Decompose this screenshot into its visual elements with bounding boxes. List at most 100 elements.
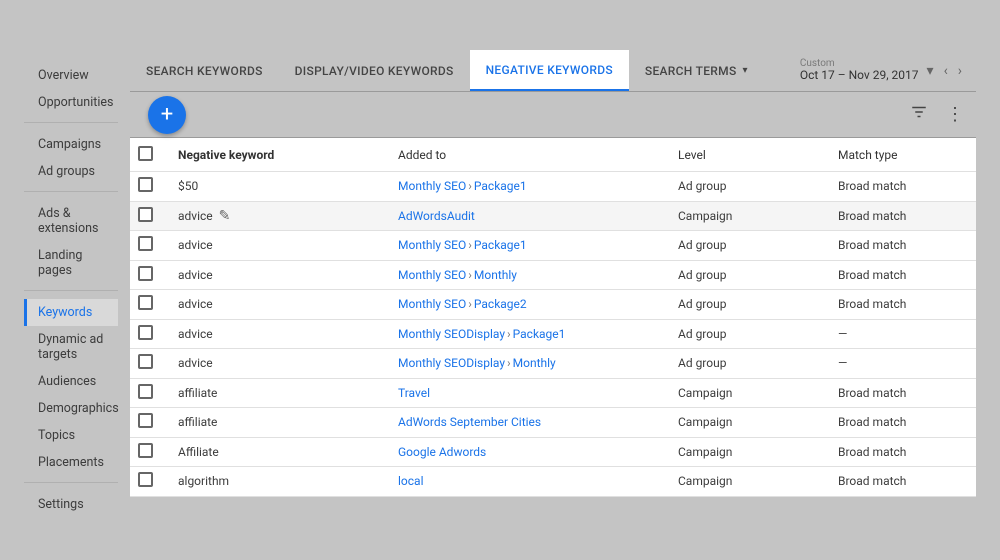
cell-added-to[interactable]: Monthly SEODisplay›Package1 <box>398 327 678 341</box>
added-to-link[interactable]: Monthly SEODisplay <box>398 327 505 341</box>
more-icon[interactable]: ⋮ <box>946 104 964 125</box>
added-to-link[interactable]: local <box>398 474 424 488</box>
row-checkbox[interactable] <box>138 325 153 340</box>
keyword-text: advice <box>178 238 213 252</box>
sidebar-item-ad-groups[interactable]: Ad groups <box>24 158 118 185</box>
breadcrumb-separator: › <box>466 238 474 252</box>
sidebar-item-overview[interactable]: Overview <box>24 62 118 89</box>
cell-added-to[interactable]: Google Adwords <box>398 445 678 459</box>
row-checkbox[interactable] <box>138 207 153 222</box>
sidebar-item-audiences[interactable]: Audiences <box>24 368 118 395</box>
table-row[interactable]: adviceMonthly SEODisplay›Package1Ad grou… <box>130 320 976 350</box>
table-row[interactable]: adviceMonthly SEO›MonthlyAd groupBroad m… <box>130 261 976 291</box>
added-to-link[interactable]: Monthly SEO <box>398 297 466 311</box>
row-checkbox[interactable] <box>138 266 153 281</box>
edit-icon[interactable]: ✎ <box>219 208 231 224</box>
column-header-level[interactable]: Level <box>678 148 838 162</box>
added-to-link[interactable]: Google Adwords <box>398 445 486 459</box>
sidebar-item-dynamic-ad-targets[interactable]: Dynamic ad targets <box>24 326 118 368</box>
date-next-button[interactable]: › <box>956 61 964 81</box>
added-to-link[interactable]: Monthly SEO <box>398 268 466 282</box>
cell-match-type: Broad match <box>838 386 968 400</box>
table-row[interactable]: $50Monthly SEO›Package1Ad groupBroad mat… <box>130 172 976 202</box>
sidebar-item-keywords[interactable]: Keywords <box>24 299 118 326</box>
table-row[interactable]: affiliateTravelCampaignBroad match <box>130 379 976 409</box>
column-header-added-to[interactable]: Added to <box>398 148 678 162</box>
added-to-link[interactable]: Monthly <box>513 356 556 370</box>
row-checkbox[interactable] <box>138 413 153 428</box>
sidebar-item-landing-pages[interactable]: Landing pages <box>24 242 118 284</box>
add-button[interactable]: + <box>148 96 186 134</box>
keyword-text: advice <box>178 268 213 282</box>
chevron-down-icon[interactable]: ▾ <box>925 61 936 81</box>
added-to-link[interactable]: Package2 <box>474 297 527 311</box>
added-to-link[interactable]: Monthly SEO <box>398 238 466 252</box>
keyword-text: algorithm <box>178 474 229 488</box>
cell-added-to[interactable]: Travel <box>398 386 678 400</box>
app-frame: OverviewOpportunities CampaignsAd groups A… <box>24 50 976 532</box>
column-header-keyword[interactable]: Negative keyword <box>178 148 398 162</box>
date-prev-button[interactable]: ‹ <box>942 61 950 81</box>
tab-display-video-keywords[interactable]: DISPLAY/VIDEO KEYWORDS <box>279 50 470 91</box>
cell-added-to[interactable]: AdWords September Cities <box>398 415 678 429</box>
added-to-link[interactable]: AdWords September Cities <box>398 415 541 429</box>
sidebar-item-topics[interactable]: Topics <box>24 422 118 449</box>
cell-added-to[interactable]: Monthly SEODisplay›Monthly <box>398 356 678 370</box>
cell-added-to[interactable]: AdWordsAudit <box>398 209 678 223</box>
added-to-link[interactable]: Package1 <box>474 179 527 193</box>
date-range-picker[interactable]: Custom Oct 17 – Nov 29, 2017 ▾ ‹ › <box>796 50 968 92</box>
sidebar-item-ads-extensions[interactable]: Ads & extensions <box>24 200 118 242</box>
tab-negative-keywords[interactable]: NEGATIVE KEYWORDS <box>470 50 629 91</box>
column-header-match-type[interactable]: Match type <box>838 148 968 162</box>
added-to-link[interactable]: Package1 <box>474 238 527 252</box>
cell-added-to[interactable]: Monthly SEO›Monthly <box>398 268 678 282</box>
row-checkbox[interactable] <box>138 177 153 192</box>
tab-search-keywords[interactable]: SEARCH KEYWORDS <box>130 50 279 91</box>
tab-label: SEARCH KEYWORDS <box>146 64 263 78</box>
select-all-checkbox[interactable] <box>138 146 153 161</box>
cell-match-type: Broad match <box>838 474 968 488</box>
cell-added-to[interactable]: local <box>398 474 678 488</box>
row-checkbox[interactable] <box>138 472 153 487</box>
sidebar-item-opportunities[interactable]: Opportunities <box>24 89 118 116</box>
keyword-text: affiliate <box>178 415 217 429</box>
cell-keyword: algorithm <box>178 474 398 488</box>
row-checkbox[interactable] <box>138 236 153 251</box>
added-to-link[interactable]: Monthly <box>474 268 517 282</box>
table-row[interactable]: advice✎AdWordsAuditCampaignBroad match <box>130 202 976 232</box>
breadcrumb-separator: › <box>466 297 474 311</box>
table-row[interactable]: adviceMonthly SEODisplay›MonthlyAd group… <box>130 349 976 379</box>
filter-icon[interactable] <box>910 103 928 126</box>
added-to-link[interactable]: Monthly SEODisplay <box>398 356 505 370</box>
table-row[interactable]: algorithmlocalCampaignBroad match <box>130 467 976 497</box>
added-to-link[interactable]: AdWordsAudit <box>398 209 475 223</box>
main-panel: SEARCH KEYWORDS DISPLAY/VIDEO KEYWORDSNEG… <box>130 50 976 532</box>
added-to-link[interactable]: Travel <box>398 386 430 400</box>
row-checkbox[interactable] <box>138 443 153 458</box>
tab-search-terms[interactable]: SEARCH TERMS▾ <box>629 50 764 91</box>
table-row[interactable]: adviceMonthly SEO›Package1Ad groupBroad … <box>130 231 976 261</box>
cell-match-type: Broad match <box>838 415 968 429</box>
cell-level: Ad group <box>678 356 838 370</box>
cell-added-to[interactable]: Monthly SEO›Package2 <box>398 297 678 311</box>
row-checkbox[interactable] <box>138 384 153 399</box>
cell-keyword: advice <box>178 297 398 311</box>
cell-added-to[interactable]: Monthly SEO›Package1 <box>398 238 678 252</box>
table-row[interactable]: affiliateAdWords September CitiesCampaig… <box>130 408 976 438</box>
sidebar-item-campaigns[interactable]: Campaigns <box>24 131 118 158</box>
row-checkbox[interactable] <box>138 295 153 310</box>
tab-bar: SEARCH KEYWORDS DISPLAY/VIDEO KEYWORDSNEG… <box>130 50 976 92</box>
sidebar-item-demographics[interactable]: Demographics <box>24 395 118 422</box>
table-row[interactable]: AffiliateGoogle AdwordsCampaignBroad mat… <box>130 438 976 468</box>
cell-added-to[interactable]: Monthly SEO›Package1 <box>398 179 678 193</box>
cell-level: Ad group <box>678 297 838 311</box>
keyword-text: advice <box>178 327 213 341</box>
sidebar-item-settings[interactable]: Settings <box>24 491 118 518</box>
cell-keyword: advice <box>178 327 398 341</box>
sidebar-item-placements[interactable]: Placements <box>24 449 118 476</box>
added-to-link[interactable]: Monthly SEO <box>398 179 466 193</box>
table-row[interactable]: adviceMonthly SEO›Package2Ad groupBroad … <box>130 290 976 320</box>
row-checkbox[interactable] <box>138 354 153 369</box>
cell-level: Ad group <box>678 238 838 252</box>
added-to-link[interactable]: Package1 <box>513 327 566 341</box>
